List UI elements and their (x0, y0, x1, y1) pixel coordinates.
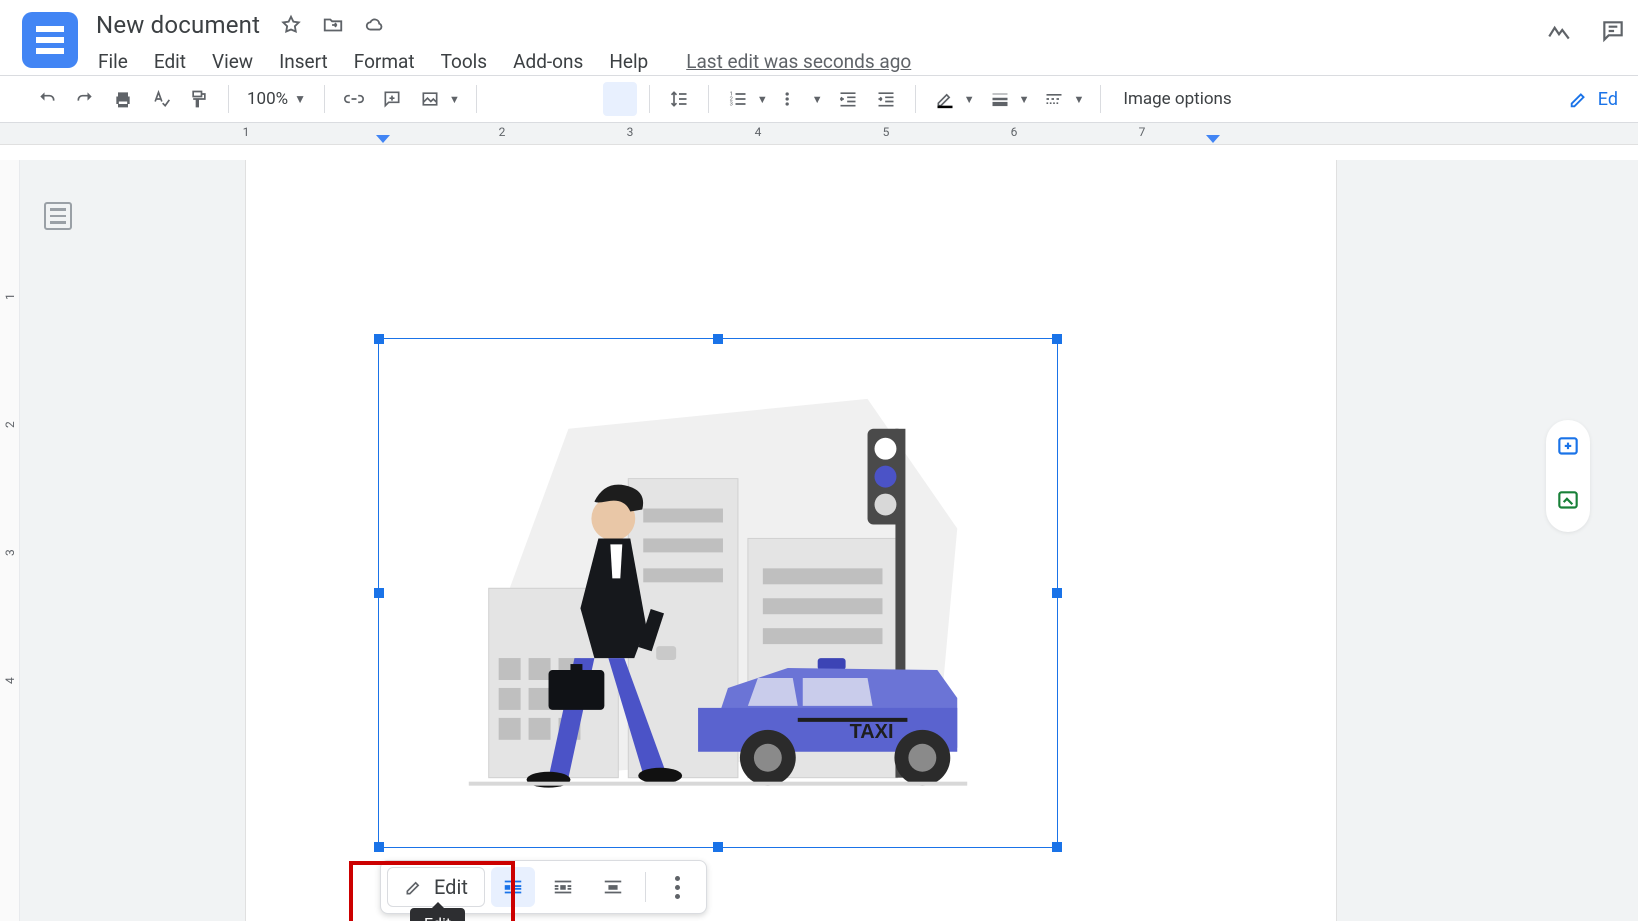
edit-drawing-label: Edit (434, 875, 468, 899)
menu-file[interactable]: File (96, 48, 130, 75)
align-justify-button[interactable] (603, 82, 637, 116)
side-tools (1546, 420, 1590, 532)
border-dash-button[interactable] (1037, 82, 1071, 116)
activity-icon[interactable] (1546, 18, 1572, 48)
edit-drawing-button[interactable]: Edit (387, 867, 485, 907)
ruler-tick: 2 (499, 125, 506, 139)
suggest-edits-side-button[interactable] (1555, 488, 1581, 518)
ruler-tick: 4 (755, 125, 762, 139)
resize-handle[interactable] (374, 334, 384, 344)
add-comment-side-button[interactable] (1555, 434, 1581, 464)
resize-handle[interactable] (374, 588, 384, 598)
document-title[interactable]: New document (96, 11, 260, 39)
indent-marker-left[interactable] (376, 135, 390, 143)
menu-insert[interactable]: Insert (277, 48, 330, 75)
menu-help[interactable]: Help (607, 48, 650, 75)
wrap-text-button[interactable] (541, 867, 585, 907)
line-spacing-button[interactable] (662, 82, 696, 116)
print-button[interactable] (106, 82, 140, 116)
taxi-label: TAXI (850, 721, 894, 743)
redo-button[interactable] (68, 82, 102, 116)
menu-edit[interactable]: Edit (152, 48, 188, 75)
image-options-button[interactable]: Image options (1113, 89, 1241, 109)
spellcheck-button[interactable] (144, 82, 178, 116)
svg-text:3: 3 (730, 102, 733, 108)
vruler-tick: 4 (3, 677, 17, 684)
border-color-button[interactable] (928, 82, 962, 116)
vruler-tick: 3 (3, 549, 17, 556)
docs-logo-icon[interactable] (22, 12, 78, 68)
paint-format-button[interactable] (182, 82, 216, 116)
increase-indent-button[interactable] (869, 82, 903, 116)
insert-image-button[interactable] (413, 82, 447, 116)
more-image-options-button[interactable] (656, 867, 700, 907)
comments-panel-icon[interactable] (1600, 18, 1626, 48)
selected-drawing[interactable]: TAXI (378, 338, 1058, 848)
resize-handle[interactable] (374, 842, 384, 852)
break-text-button[interactable] (591, 867, 635, 907)
insert-link-button[interactable] (337, 82, 371, 116)
decrease-indent-button[interactable] (831, 82, 865, 116)
resize-handle[interactable] (713, 334, 723, 344)
star-icon[interactable] (280, 14, 302, 36)
ruler-tick: 5 (883, 125, 890, 139)
add-comment-button[interactable] (375, 82, 409, 116)
bulleted-list-button[interactable] (776, 82, 810, 116)
editing-mode-button[interactable]: Ed (1554, 82, 1628, 116)
zoom-select[interactable]: 100% ▼ (241, 89, 312, 109)
indent-marker-right[interactable] (1206, 135, 1220, 143)
toolbar: 100% ▼ ▼ 123 ▼ ▼ ▼ ▼ ▼ Image options Ed (0, 75, 1638, 123)
wrap-inline-button[interactable] (491, 867, 535, 907)
menu-format[interactable]: Format (352, 48, 417, 75)
border-weight-button[interactable] (983, 82, 1017, 116)
ruler-tick: 3 (627, 125, 634, 139)
menu-addons[interactable]: Add-ons (511, 48, 585, 75)
document-outline-button[interactable] (44, 202, 72, 230)
menu-view[interactable]: View (210, 48, 255, 75)
image-context-toolbar: Edit (380, 860, 707, 914)
editing-mode-label: Ed (1598, 89, 1618, 110)
ruler-tick: 7 (1139, 125, 1146, 139)
ruler-tick: 6 (1011, 125, 1018, 139)
resize-handle[interactable] (713, 842, 723, 852)
vruler-tick: 2 (3, 421, 17, 428)
last-edit-link[interactable]: Last edit was seconds ago (686, 50, 911, 73)
menu-tools[interactable]: Tools (439, 48, 490, 75)
numbered-list-button[interactable]: 123 (721, 82, 755, 116)
resize-handle[interactable] (1052, 588, 1062, 598)
move-folder-icon[interactable] (322, 14, 344, 36)
vertical-ruler[interactable]: 1 2 3 4 (0, 160, 20, 921)
vruler-tick: 1 (3, 293, 17, 300)
drawing-illustration: TAXI (399, 359, 1037, 798)
zoom-value: 100% (247, 89, 288, 109)
menu-bar: File Edit View Insert Format Tools Add-o… (96, 48, 1546, 75)
cloud-status-icon[interactable] (364, 14, 386, 36)
align-center-button[interactable] (527, 82, 561, 116)
ruler-tick: 1 (243, 125, 250, 139)
align-left-button[interactable] (489, 82, 523, 116)
resize-handle[interactable] (1052, 842, 1062, 852)
align-right-button[interactable] (565, 82, 599, 116)
undo-button[interactable] (30, 82, 64, 116)
horizontal-ruler[interactable]: 1 2 3 4 5 6 7 (0, 123, 1638, 145)
resize-handle[interactable] (1052, 334, 1062, 344)
edit-tooltip: Edit (410, 908, 465, 921)
